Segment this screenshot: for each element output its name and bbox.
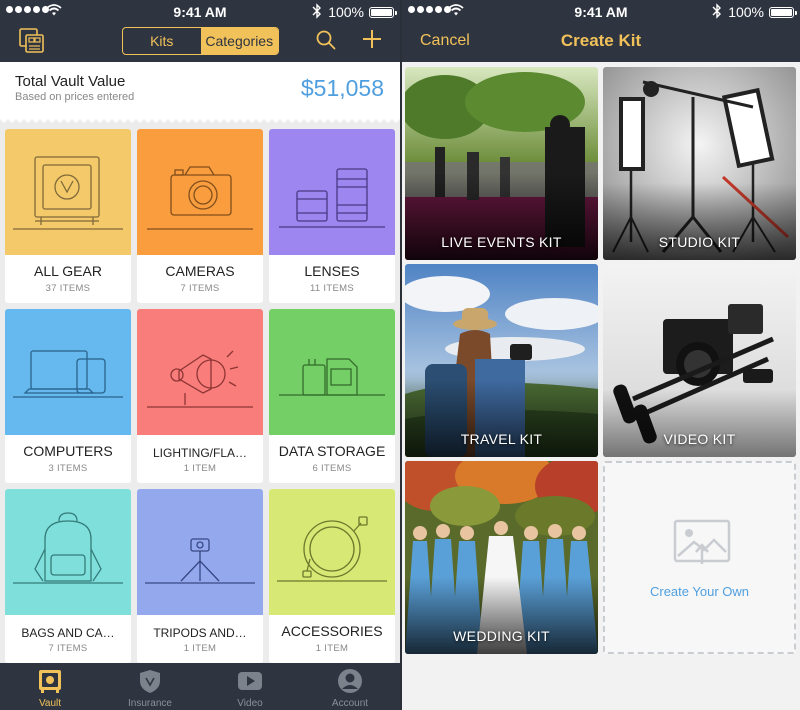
category-count: 37 ITEMS [45, 283, 91, 294]
category-card-accessories[interactable]: ACCESSORIES 1 ITEM [269, 489, 395, 663]
tab-label: Video [237, 698, 263, 709]
receipt-edge [0, 118, 400, 123]
cable-icon [269, 489, 395, 615]
category-count: 7 ITEMS [180, 283, 220, 294]
category-name: TRIPODS AND… [153, 626, 247, 640]
category-card-cameras[interactable]: CAMERAS 7 ITEMS [137, 129, 263, 303]
lens-icon [269, 129, 395, 255]
kit-card-travel[interactable]: TRAVEL KIT [405, 264, 598, 457]
category-name: DATA STORAGE [278, 443, 386, 459]
tab-vault[interactable]: Vault [0, 663, 100, 710]
travel-photographer-photo [405, 264, 598, 457]
vault-value-amount: $51,058 [300, 75, 384, 101]
category-count: 7 ITEMS [48, 643, 88, 654]
battery-icon [369, 7, 397, 18]
category-card-all-gear[interactable]: ALL GEAR 37 ITEMS [5, 129, 131, 303]
user-icon [338, 669, 362, 693]
tab-insurance[interactable]: Insurance [100, 663, 200, 710]
battery-percent: 100% [328, 4, 364, 20]
category-name: LIGHTING/FLA… [152, 446, 247, 460]
view-segmented-control: Kits Categories [122, 27, 279, 55]
tab-bar: Vault Insurance Video Account [0, 663, 400, 710]
play-icon [238, 672, 262, 690]
category-card-computers[interactable]: COMPUTERS 3 ITEMS [5, 309, 131, 483]
category-name: LENSES [304, 263, 360, 279]
category-count: 6 ITEMS [312, 463, 352, 474]
shield-icon [140, 670, 160, 693]
kit-label: LIVE EVENTS KIT [441, 234, 562, 250]
vault-logo-icon[interactable] [19, 28, 45, 54]
kit-card-wedding[interactable]: WEDDING KIT [405, 461, 598, 654]
backpack-icon [5, 489, 131, 615]
kit-label: TRAVEL KIT [460, 431, 543, 447]
category-card-data-storage[interactable]: DATA STORAGE 6 ITEMS [269, 309, 395, 483]
category-count: 1 ITEM [315, 643, 349, 654]
vault-tab-icon [39, 670, 61, 693]
nav-bar: Kits Categories [0, 24, 400, 62]
vault-value-subtitle: Based on prices entered [15, 91, 135, 103]
kit-card-studio[interactable]: STUDIO KIT [603, 67, 796, 260]
studio-lights-photo [603, 67, 796, 260]
category-count: 1 ITEM [183, 463, 217, 474]
create-your-own-button[interactable]: Create Your Own [603, 461, 796, 654]
nav-bar: Cancel Create Kit [402, 24, 800, 62]
category-name: CAMERAS [165, 263, 235, 279]
kit-label: STUDIO KIT [658, 234, 741, 250]
category-card-lighting[interactable]: LIGHTING/FLA… 1 ITEM [137, 309, 263, 483]
category-name: COMPUTERS [23, 443, 113, 459]
battery-percent: 100% [728, 4, 764, 20]
kits-segment[interactable]: Kits [123, 28, 201, 54]
video-rig-photo [603, 264, 796, 457]
kit-card-video[interactable]: VIDEO KIT [603, 264, 796, 457]
vault-screen: 9:41 AM 100% Kits Categories Total Vault… [0, 0, 400, 710]
tab-account[interactable]: Account [300, 663, 400, 710]
vault-value-panel[interactable]: Total Vault Value Based on prices entere… [0, 62, 400, 118]
add-icon[interactable] [360, 27, 384, 51]
category-name: ALL GEAR [34, 263, 102, 279]
battery-icon [769, 7, 797, 18]
camera-icon [137, 129, 263, 255]
vault-icon [5, 129, 131, 255]
kit-card-live-events[interactable]: LIVE EVENTS KIT [405, 67, 598, 260]
categories-segment[interactable]: Categories [200, 28, 278, 54]
category-name: ACCESSORIES [281, 623, 383, 639]
status-bar: 9:41 AM 100% [0, 0, 400, 24]
create-kit-screen: 9:41 AM 100% Cancel Create Kit LIVE EVEN… [402, 0, 800, 710]
status-bar: 9:41 AM 100% [402, 0, 800, 24]
vault-value-title: Total Vault Value [15, 73, 126, 90]
tripod-icon [137, 489, 263, 615]
category-card-lenses[interactable]: LENSES 11 ITEMS [269, 129, 395, 303]
computer-icon [5, 309, 131, 435]
image-upload-icon [673, 519, 731, 564]
bridal-party-photo [405, 461, 598, 654]
category-count: 3 ITEMS [48, 463, 88, 474]
kit-label: WEDDING KIT [453, 628, 550, 644]
category-card-bags[interactable]: BAGS AND CA… 7 ITEMS [5, 489, 131, 663]
tab-label: Insurance [128, 698, 172, 709]
tab-label: Account [331, 698, 369, 709]
bluetooth-icon [312, 3, 321, 19]
storage-icon [269, 309, 395, 435]
bluetooth-icon [712, 3, 721, 19]
create-your-own-label: Create Your Own [649, 584, 749, 599]
concert-photo [405, 67, 598, 260]
light-icon [137, 309, 263, 435]
kit-label: VIDEO KIT [663, 431, 736, 447]
category-count: 11 ITEMS [310, 283, 354, 294]
category-name: BAGS AND CA… [21, 626, 115, 640]
tab-label: Vault [38, 698, 62, 709]
search-icon[interactable] [315, 29, 337, 51]
page-title: Create Kit [560, 31, 642, 50]
category-card-tripods[interactable]: TRIPODS AND… 1 ITEM [137, 489, 263, 663]
category-count: 1 ITEM [183, 643, 217, 654]
tab-video[interactable]: Video [200, 663, 300, 710]
